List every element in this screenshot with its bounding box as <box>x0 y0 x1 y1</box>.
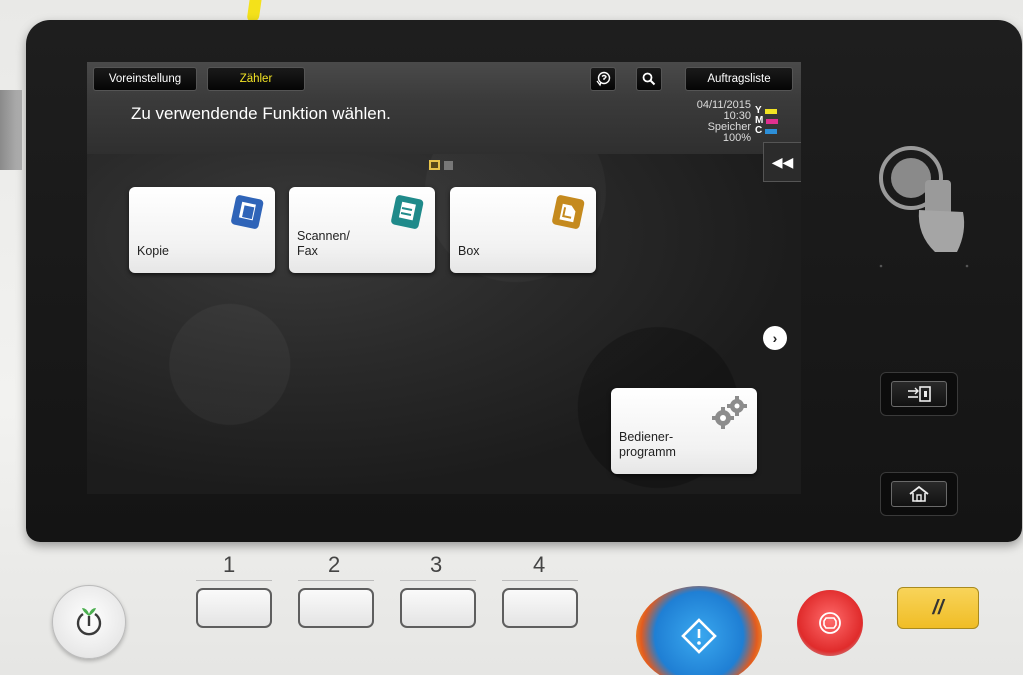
search-icon[interactable] <box>636 67 662 91</box>
toner-c: C <box>755 126 779 136</box>
scan-fax-icon <box>391 195 424 229</box>
utility-label: Bediener- programm <box>619 430 676 459</box>
scan-fax-label: Scannen/ Fax <box>297 229 350 258</box>
top-marker <box>246 0 262 22</box>
toner-indicator: Y M C <box>755 106 779 136</box>
nfc-touch-area-icon <box>879 146 969 268</box>
stop-octagon-icon <box>819 612 841 634</box>
page-dot <box>444 161 453 170</box>
register-key-2[interactable] <box>298 588 374 628</box>
page-dot-active <box>429 160 440 170</box>
collapse-panel-button[interactable]: ◀◀ <box>763 142 801 182</box>
start-button[interactable] <box>636 586 762 675</box>
box-tile[interactable]: Box <box>450 187 596 273</box>
divider <box>196 580 272 581</box>
stop-button[interactable] <box>797 590 863 656</box>
reset-button[interactable]: // <box>897 587 979 629</box>
preset-button[interactable]: Voreinstellung <box>93 67 197 91</box>
left-bezel-tab <box>0 90 22 170</box>
copy-icon <box>231 195 264 229</box>
power-save-button[interactable] <box>52 585 126 659</box>
header-bar: Voreinstellung Zähler Auftragsliste Zu v… <box>87 62 801 154</box>
key-2-label: 2 <box>328 552 341 577</box>
register-key-1[interactable] <box>196 588 272 628</box>
divider <box>502 580 578 581</box>
access-button[interactable] <box>880 372 958 416</box>
box-label: Box <box>458 244 480 258</box>
key-4-label: 4 <box>533 552 546 577</box>
start-diamond-icon <box>681 618 717 654</box>
status-readout: 04/11/2015 10:30 Speicher 100% <box>697 100 751 144</box>
key-1-label: 1 <box>223 552 236 577</box>
double-chevron-left-icon: ◀◀ <box>771 153 794 170</box>
counter-button[interactable]: Zähler <box>207 67 305 91</box>
chevron-right-icon: › <box>772 330 778 346</box>
page-indicator <box>429 160 453 170</box>
utility-tile[interactable]: Bediener- programm <box>611 388 757 474</box>
divider <box>400 580 476 581</box>
prompt-text: Zu verwendende Funktion wählen. <box>131 104 391 123</box>
memory-value: 100% <box>722 132 751 144</box>
copy-tile[interactable]: Kopie <box>129 187 275 273</box>
touch-screen: Voreinstellung Zähler Auftragsliste Zu v… <box>87 62 801 494</box>
power-leaf-icon <box>76 608 102 636</box>
register-key-4[interactable] <box>502 588 578 628</box>
job-list-button[interactable]: Auftragsliste <box>685 67 793 91</box>
guidance-icon[interactable] <box>590 67 616 91</box>
scan-fax-tile[interactable]: Scannen/ Fax <box>289 187 435 273</box>
gear-icon <box>712 396 747 429</box>
copy-label: Kopie <box>137 244 169 258</box>
next-page-button[interactable]: › <box>763 326 787 350</box>
divider <box>298 580 374 581</box>
box-icon <box>552 195 585 229</box>
home-button[interactable] <box>880 472 958 516</box>
access-icon <box>908 386 931 402</box>
register-key-3[interactable] <box>400 588 476 628</box>
key-3-label: 3 <box>430 552 443 577</box>
home-icon <box>909 485 929 502</box>
